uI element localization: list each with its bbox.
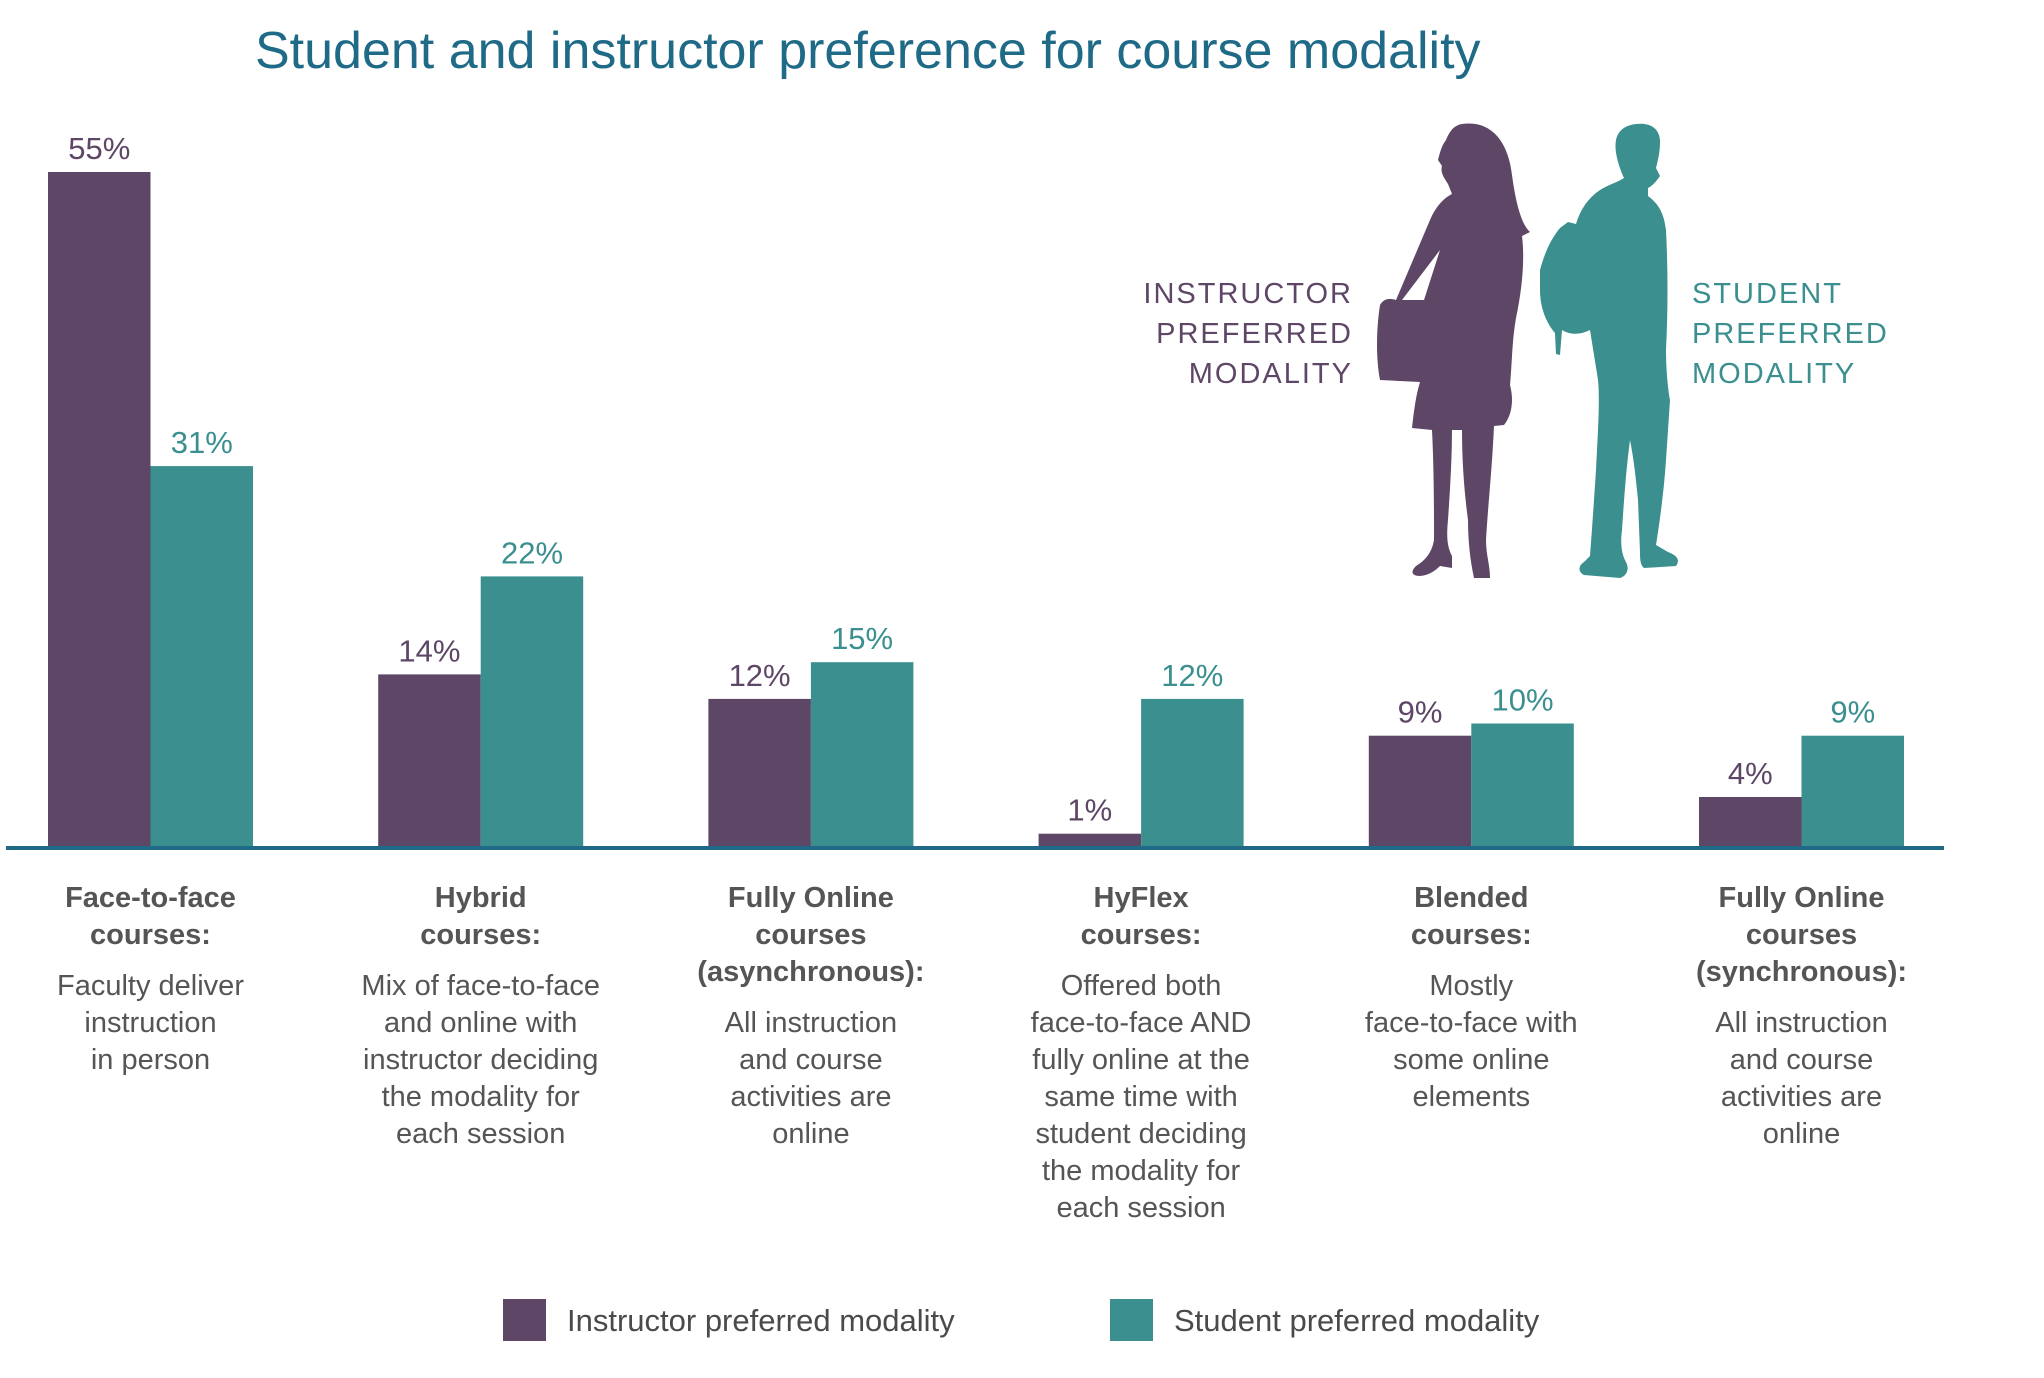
category-description-line: online (772, 1118, 849, 1150)
instructor-persona-label: INSTRUCTOR (1143, 278, 1353, 310)
student-persona-label: MODALITY (1692, 358, 1856, 390)
category-heading-line: courses: (420, 919, 541, 951)
value-label-instructor-5: 4% (1728, 756, 1773, 791)
category-description-line: elements (1412, 1081, 1530, 1113)
bar-instructor-1 (378, 674, 481, 846)
student-persona-label: STUDENT (1692, 278, 1843, 310)
category-heading-line: Hybrid (435, 882, 527, 914)
category-description-line: online (1763, 1118, 1840, 1150)
bar-instructor-0 (48, 172, 151, 846)
instructor-persona-label: MODALITY (1189, 358, 1353, 390)
category-description-line: the modality for (382, 1081, 581, 1113)
value-label-student-2: 15% (831, 621, 893, 656)
category-description-line: activities are (730, 1081, 891, 1113)
category-heading-line: courses: (1081, 919, 1202, 951)
category-heading-line: courses: (1411, 919, 1532, 951)
legend-swatch-instructor (503, 1299, 546, 1341)
category-heading-line: Blended (1414, 882, 1528, 914)
value-label-student-5: 9% (1830, 695, 1875, 730)
category-description-line: instruction (84, 1007, 216, 1039)
value-label-student-3: 12% (1161, 658, 1223, 693)
category-description-line: All instruction (725, 1007, 897, 1039)
category-description-line: some online (1393, 1044, 1549, 1076)
legend-swatch-student (1110, 1299, 1153, 1341)
value-label-instructor-3: 1% (1067, 793, 1112, 828)
bar-student-4 (1471, 723, 1574, 846)
value-label-instructor-4: 9% (1398, 695, 1443, 730)
category-description-line: student deciding (1035, 1118, 1246, 1150)
value-label-instructor-1: 14% (398, 633, 460, 668)
category-description-line: Faculty deliver (57, 970, 244, 1002)
category-heading-line: courses (1746, 919, 1857, 951)
category-description-line: same time with (1044, 1081, 1237, 1113)
bar-student-2 (810, 662, 914, 846)
category-description-line: activities are (1721, 1081, 1882, 1113)
instructor-persona-label: PREFERRED (1156, 318, 1353, 350)
legend-label-student: Student preferred modality (1174, 1303, 1540, 1338)
category-heading-line: (synchronous): (1696, 956, 1907, 988)
bar-student-0 (150, 466, 253, 846)
category-description-line: instructor deciding (363, 1044, 598, 1076)
category-description-line: All instruction (1715, 1007, 1887, 1039)
category-heading-line: Fully Online (1719, 882, 1885, 914)
category-description-line: each session (1056, 1192, 1225, 1224)
bar-instructor-3 (1038, 833, 1142, 846)
value-label-student-4: 10% (1491, 683, 1553, 718)
student-silhouette-icon (1540, 123, 1678, 578)
category-heading-line: courses (755, 919, 866, 951)
category-description-line: face-to-face with (1365, 1007, 1578, 1039)
bar-instructor-4 (1368, 735, 1472, 846)
category-heading-line: courses: (90, 919, 211, 951)
bar-instructor-5 (1699, 797, 1802, 846)
category-description-line: Offered both (1061, 970, 1222, 1002)
category-description-line: the modality for (1042, 1155, 1241, 1187)
category-description-line: in person (91, 1044, 210, 1076)
value-label-instructor-2: 12% (729, 658, 791, 693)
chart-title: Student and instructor preference for co… (255, 22, 1481, 80)
bar-student-3 (1141, 698, 1244, 846)
category-description-line: and online with (384, 1007, 577, 1039)
value-label-instructor-0: 55% (68, 131, 130, 166)
bar-instructor-2 (708, 698, 811, 846)
category-description-line: Mostly (1429, 970, 1513, 1002)
category-heading-line: Fully Online (728, 882, 894, 914)
category-description-line: face-to-face AND (1031, 1007, 1252, 1039)
category-description-line: and course (1730, 1044, 1874, 1076)
student-persona-label: PREFERRED (1692, 318, 1889, 350)
bar-student-1 (480, 576, 584, 846)
value-label-student-0: 31% (171, 425, 233, 460)
woman-silhouette-icon (1377, 123, 1530, 579)
category-description-line: and course (739, 1044, 883, 1076)
category-description-line: fully online at the (1032, 1044, 1250, 1076)
legend-label-instructor: Instructor preferred modality (567, 1303, 955, 1338)
category-description-line: Mix of face-to-face (361, 970, 600, 1002)
value-label-student-1: 22% (501, 535, 563, 570)
bar-student-5 (1801, 735, 1904, 846)
category-heading-line: Face-to-face (65, 882, 236, 914)
category-description-line: each session (396, 1118, 565, 1150)
chart: Student and instructor preference for co… (6, 22, 1944, 1341)
category-heading-line: (asynchronous): (697, 956, 924, 988)
category-heading-line: HyFlex (1094, 882, 1189, 914)
